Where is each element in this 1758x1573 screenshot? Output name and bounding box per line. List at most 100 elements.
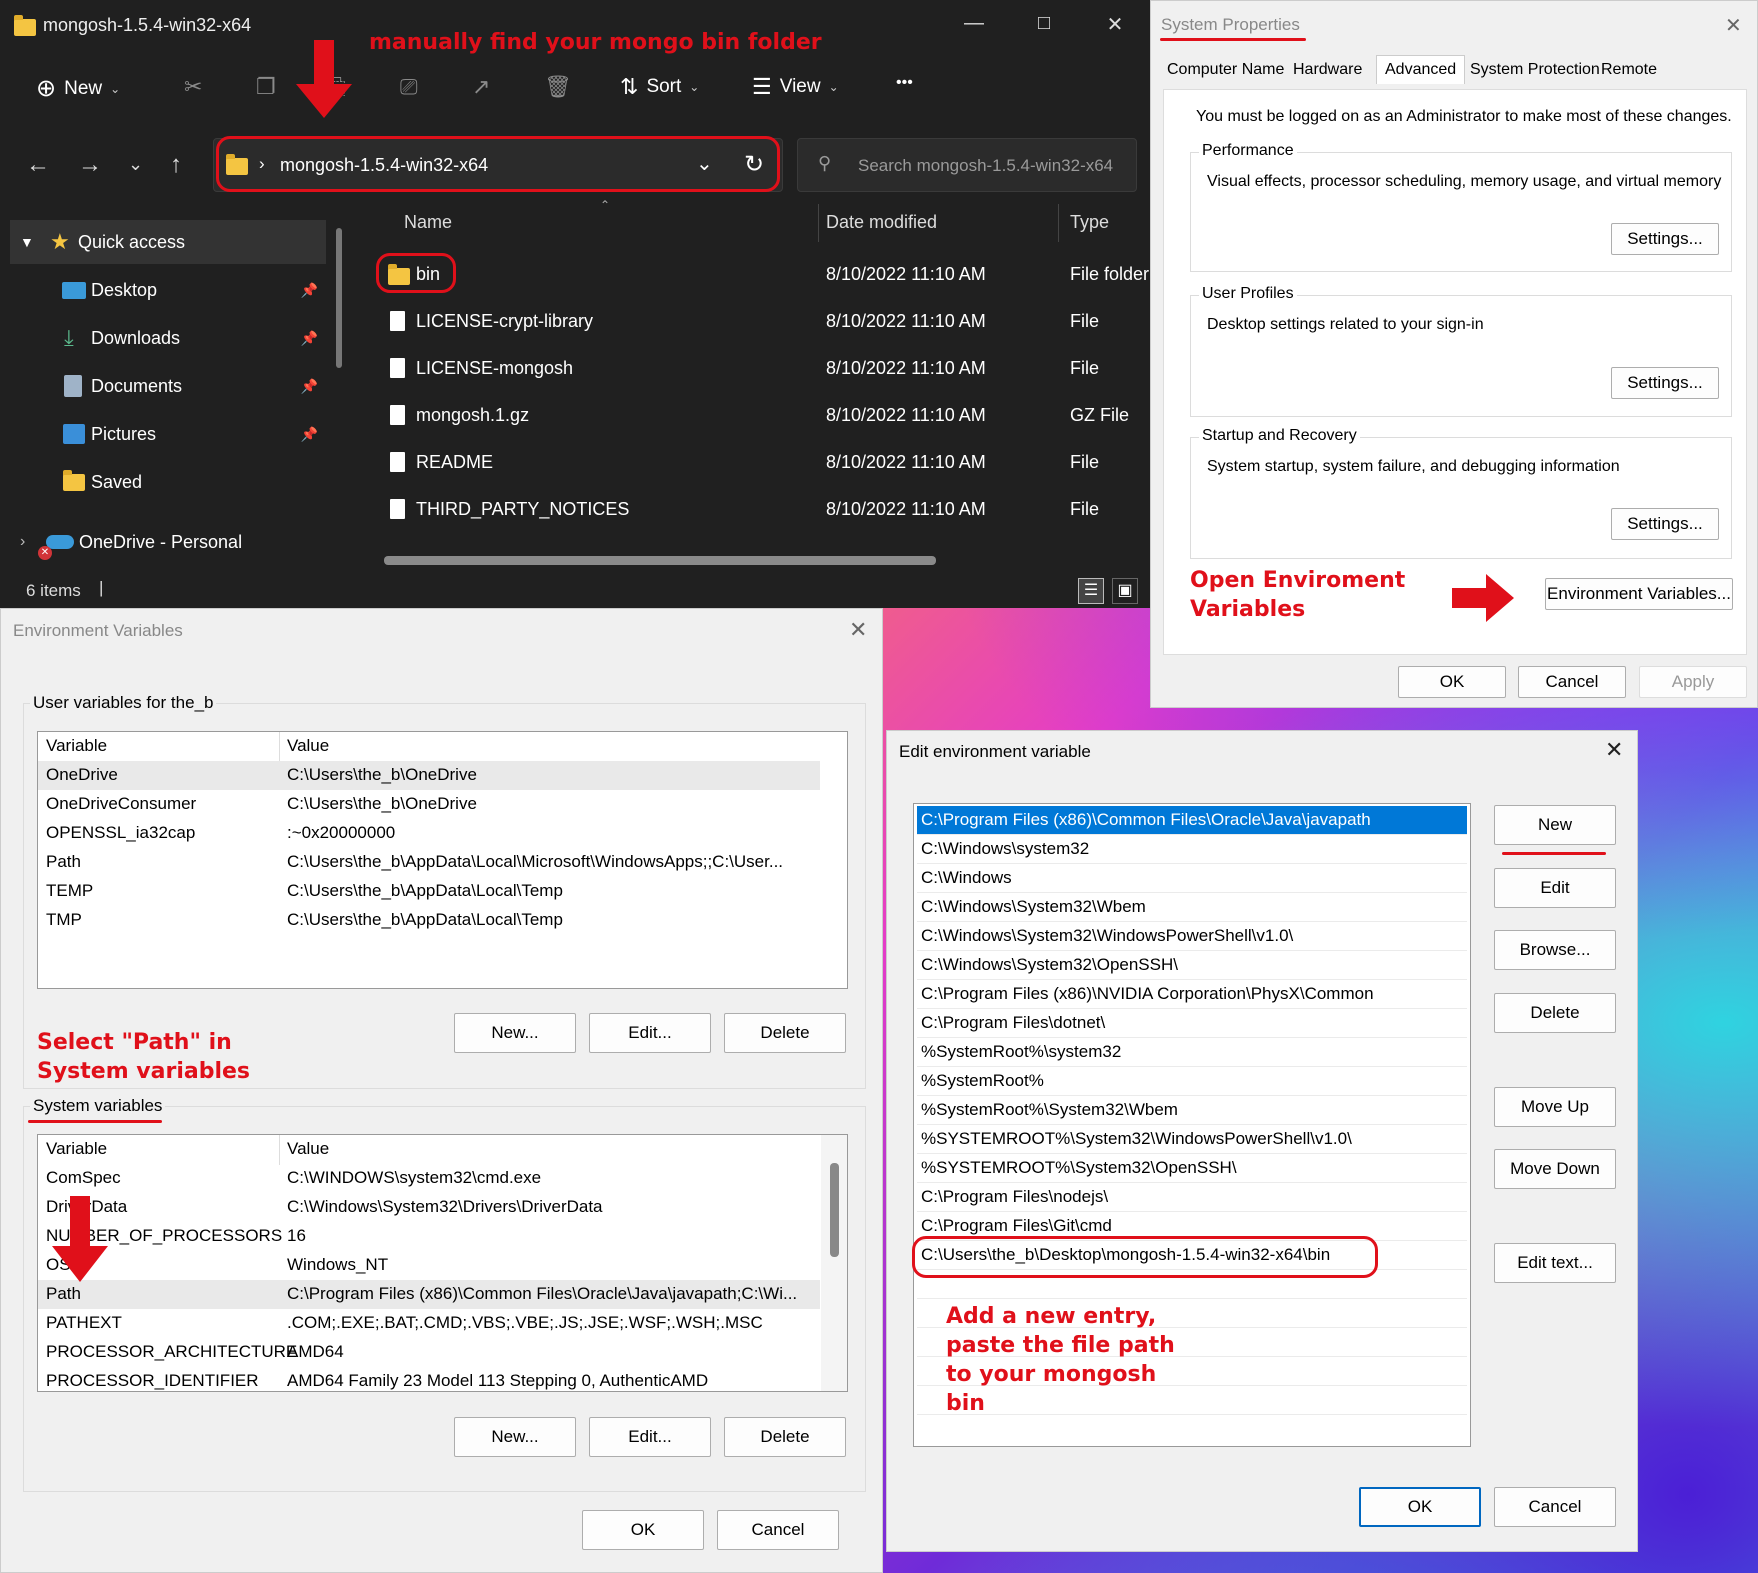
tab-system-protection[interactable]: System Protection xyxy=(1470,61,1600,79)
close-icon[interactable]: ✕ xyxy=(849,617,867,643)
file-row[interactable]: mongosh.1.gz 8/10/2022 11:10 AM GZ File xyxy=(356,393,1150,437)
new-entry-button[interactable]: New xyxy=(1494,805,1616,845)
list-item[interactable]: C:\Program Files (x86)\NVIDIA Corporatio… xyxy=(917,980,1467,1009)
table-row[interactable]: DriverData C:\Windows\System32\Drivers\D… xyxy=(38,1193,820,1222)
table-row[interactable]: PATHEXT .COM;.EXE;.BAT;.CMD;.VBS;.VBE;.J… xyxy=(38,1309,820,1338)
column-divider[interactable] xyxy=(279,732,280,762)
table-row-path-selected[interactable]: Path C:\Program Files (x86)\Common Files… xyxy=(38,1280,820,1309)
list-item[interactable]: C:\Windows\system32 xyxy=(917,835,1467,864)
close-icon[interactable]: ✕ xyxy=(1605,737,1623,763)
sidebar-item-documents[interactable]: Documents 📌 xyxy=(0,364,330,408)
tab-computer-name[interactable]: Computer Name xyxy=(1167,61,1284,79)
user-edit-button[interactable]: Edit... xyxy=(589,1013,711,1053)
table-row[interactable]: TEMP C:\Users\the_b\AppData\Local\Temp xyxy=(38,877,820,906)
cancel-button[interactable]: Cancel xyxy=(717,1510,839,1550)
environment-variables-button[interactable]: Environment Variables... xyxy=(1545,578,1733,610)
horizontal-scrollbar[interactable] xyxy=(384,556,936,565)
user-profiles-settings-button[interactable]: Settings... xyxy=(1611,367,1719,399)
table-row[interactable]: TMP C:\Users\the_b\AppData\Local\Temp xyxy=(38,906,820,935)
file-row[interactable]: LICENSE-crypt-library 8/10/2022 11:10 AM… xyxy=(356,299,1150,343)
column-header-name[interactable]: Name xyxy=(404,212,452,233)
list-item[interactable]: C:\Program Files (x86)\Common Files\Orac… xyxy=(917,806,1467,835)
edit-text-button[interactable]: Edit text... xyxy=(1494,1243,1616,1283)
list-item[interactable]: %SYSTEMROOT%\System32\WindowsPowerShell\… xyxy=(917,1125,1467,1154)
vertical-scrollbar[interactable] xyxy=(821,1135,847,1391)
table-row[interactable]: NUMBER_OF_PROCESSORS 16 xyxy=(38,1222,820,1251)
move-down-button[interactable]: Move Down xyxy=(1494,1149,1616,1189)
minimize-icon[interactable]: — xyxy=(962,12,986,35)
list-item-empty[interactable] xyxy=(917,1386,1467,1415)
table-row[interactable]: PROCESSOR_IDENTIFIER AMD64 Family 23 Mod… xyxy=(38,1367,820,1391)
back-icon[interactable]: ← xyxy=(26,151,50,179)
list-item[interactable]: C:\Windows\System32\OpenSSH\ xyxy=(917,951,1467,980)
sidebar-item-saved[interactable]: Saved xyxy=(0,460,330,504)
table-row[interactable]: Path C:\Users\the_b\AppData\Local\Micros… xyxy=(38,848,820,877)
table-row[interactable]: ComSpec C:\WINDOWS\system32\cmd.exe xyxy=(38,1164,820,1193)
list-item[interactable]: C:\Windows xyxy=(917,864,1467,893)
more-options-icon[interactable]: ••• xyxy=(896,74,913,92)
tab-advanced[interactable]: Advanced xyxy=(1376,55,1466,84)
list-item[interactable]: %SystemRoot% xyxy=(917,1067,1467,1096)
browse-button[interactable]: Browse... xyxy=(1494,930,1616,970)
tab-remote[interactable]: Remote xyxy=(1601,61,1657,79)
tiles-view-icon[interactable]: ▣ xyxy=(1112,578,1138,604)
sidebar-item-pictures[interactable]: Pictures 📌 xyxy=(0,412,330,456)
file-row-bin[interactable]: bin 8/10/2022 11:10 AM File folder xyxy=(356,252,1150,296)
search-input[interactable]: ⚲ Search mongosh-1.5.4-win32-x64 xyxy=(797,138,1137,192)
list-item[interactable]: %SystemRoot%\system32 xyxy=(917,1038,1467,1067)
up-icon[interactable]: ↑ xyxy=(170,151,182,179)
sidebar-item-onedrive[interactable]: › ✕ OneDrive - Personal xyxy=(0,520,330,564)
user-new-button[interactable]: New... xyxy=(454,1013,576,1053)
details-view-icon[interactable]: ☰ xyxy=(1078,578,1104,604)
maximize-icon[interactable]: □ xyxy=(1032,12,1056,35)
list-item[interactable]: %SYSTEMROOT%\System32\OpenSSH\ xyxy=(917,1154,1467,1183)
file-row[interactable]: THIRD_PARTY_NOTICES 8/10/2022 11:10 AM F… xyxy=(356,487,1150,531)
file-row[interactable]: README 8/10/2022 11:10 AM File xyxy=(356,440,1150,484)
column-header-variable[interactable]: Variable xyxy=(46,1139,107,1159)
column-header-value[interactable]: Value xyxy=(287,1139,329,1159)
list-item[interactable]: %SystemRoot%\System32\Wbem xyxy=(917,1096,1467,1125)
column-header-value[interactable]: Value xyxy=(287,736,329,756)
system-variables-table[interactable]: Variable Value ComSpec C:\WINDOWS\system… xyxy=(37,1134,848,1392)
table-row[interactable]: OPENSSL_ia32cap :~0x20000000 xyxy=(38,819,820,848)
list-item[interactable]: C:\Program Files\dotnet\ xyxy=(917,1009,1467,1038)
ok-button[interactable]: OK xyxy=(1398,666,1506,698)
sidebar-item-desktop[interactable]: Desktop 📌 xyxy=(0,268,330,312)
user-variables-table[interactable]: Variable Value OneDrive C:\Users\the_b\O… xyxy=(37,731,848,989)
sidebar-item-quick-access[interactable]: ▼ ★ Quick access xyxy=(10,220,326,264)
close-icon[interactable]: ✕ xyxy=(1725,13,1742,38)
delete-entry-button[interactable]: Delete xyxy=(1494,993,1616,1033)
user-delete-button[interactable]: Delete xyxy=(724,1013,846,1053)
system-edit-button[interactable]: Edit... xyxy=(589,1417,711,1457)
cancel-button[interactable]: Cancel xyxy=(1518,666,1626,698)
column-divider[interactable] xyxy=(1058,204,1059,242)
sidebar-item-downloads[interactable]: ⤓ Downloads 📌 xyxy=(0,316,330,360)
scrollbar-thumb[interactable] xyxy=(830,1163,839,1257)
ok-button[interactable]: OK xyxy=(582,1510,704,1550)
sidebar-scrollbar[interactable] xyxy=(336,228,342,368)
edit-entry-button[interactable]: Edit xyxy=(1494,868,1616,908)
tab-hardware[interactable]: Hardware xyxy=(1293,61,1362,79)
column-header-date[interactable]: Date modified xyxy=(826,212,937,233)
recent-chevron-icon[interactable]: ⌄ xyxy=(128,154,143,175)
sort-button[interactable]: ⇅ Sort ⌄ xyxy=(620,74,699,100)
list-item[interactable]: C:\Windows\System32\WindowsPowerShell\v1… xyxy=(917,922,1467,951)
close-icon[interactable]: ✕ xyxy=(1103,12,1127,37)
system-delete-button[interactable]: Delete xyxy=(724,1417,846,1457)
forward-icon[interactable]: → xyxy=(78,151,102,179)
file-row[interactable]: LICENSE-mongosh 8/10/2022 11:10 AM File xyxy=(356,346,1150,390)
table-row[interactable]: OneDriveConsumer C:\Users\the_b\OneDrive xyxy=(38,790,820,819)
list-item[interactable]: C:\Windows\System32\Wbem xyxy=(917,893,1467,922)
copy-icon[interactable]: ❐ xyxy=(256,74,276,100)
table-row[interactable]: OS Windows_NT xyxy=(38,1251,820,1280)
table-row[interactable]: PROCESSOR_ARCHITECTURE AMD64 xyxy=(38,1338,820,1367)
list-item[interactable]: C:\Program Files\nodejs\ xyxy=(917,1183,1467,1212)
table-row[interactable]: OneDrive C:\Users\the_b\OneDrive xyxy=(38,761,820,790)
rename-icon[interactable]: ⎚ xyxy=(400,74,418,100)
delete-icon[interactable]: 🗑 xyxy=(544,74,572,100)
column-divider[interactable] xyxy=(279,1135,280,1165)
system-new-button[interactable]: New... xyxy=(454,1417,576,1457)
apply-button[interactable]: Apply xyxy=(1639,666,1747,698)
cut-icon[interactable]: ✂ xyxy=(184,74,202,100)
new-button[interactable]: ⊕ New ⌄ xyxy=(36,74,120,103)
